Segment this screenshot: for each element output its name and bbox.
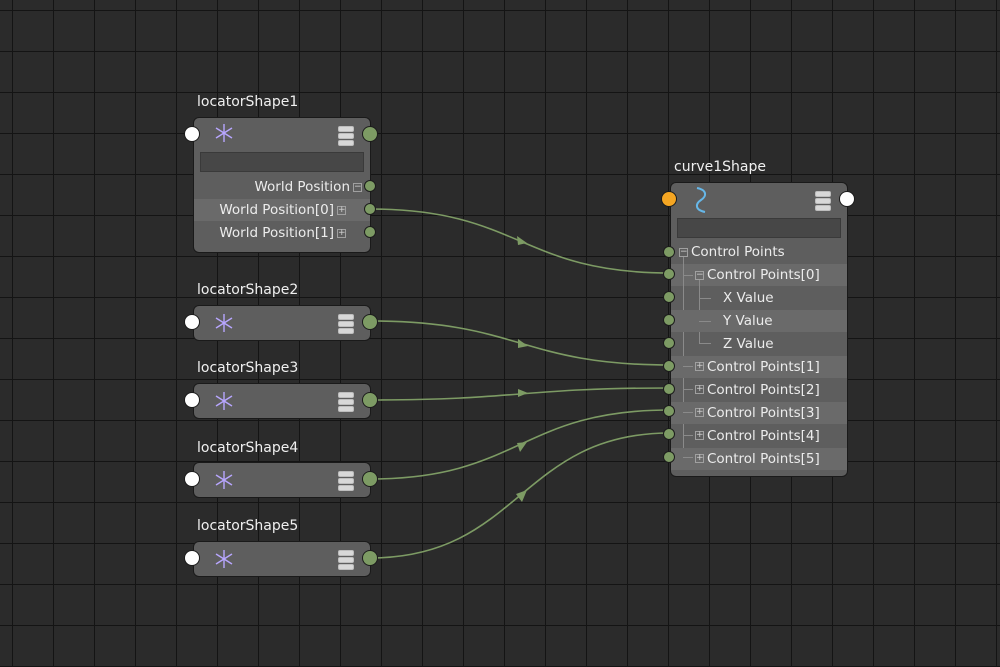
control-points-2-plug[interactable] <box>663 383 675 395</box>
node-title: locatorShape5 <box>197 518 299 534</box>
control-points-3-plug[interactable] <box>663 405 675 417</box>
attr-y-value[interactable]: Y Value <box>723 310 773 332</box>
expand-icon[interactable]: + <box>337 206 346 215</box>
control-points-plug[interactable] <box>663 246 675 258</box>
wire-world-position-0-to-control-points-0 <box>369 208 671 274</box>
locator-star-icon <box>215 124 233 142</box>
collapse-icon[interactable]: − <box>695 271 704 280</box>
locator-star-icon <box>215 314 233 332</box>
output-plug[interactable] <box>362 314 378 330</box>
collapse-icon[interactable]: − <box>679 248 688 257</box>
node-title: locatorShape4 <box>197 440 299 456</box>
attr-control-points-3[interactable]: Control Points[3] <box>707 402 820 424</box>
attr-control-points[interactable]: Control Points <box>691 241 785 263</box>
collapse-icon[interactable]: − <box>353 183 362 192</box>
stack-icon[interactable] <box>338 471 354 491</box>
expand-icon[interactable]: + <box>695 431 704 440</box>
node-title: locatorShape2 <box>197 282 299 298</box>
stack-icon[interactable] <box>338 126 354 146</box>
tree-line <box>699 343 711 344</box>
locator-node-2[interactable] <box>193 305 371 341</box>
node-title: locatorShape1 <box>197 94 299 110</box>
z-value-plug[interactable] <box>663 337 675 349</box>
locator-star-icon <box>215 471 233 489</box>
world-position-plug[interactable] <box>364 180 376 192</box>
input-plug[interactable] <box>661 191 677 207</box>
attr-world-position-1[interactable]: World Position[1] <box>219 222 334 244</box>
tree-line <box>699 298 711 299</box>
input-plug[interactable] <box>184 471 200 487</box>
world-position-1-plug[interactable] <box>364 226 376 238</box>
locator-node-1[interactable]: World Position − World Position[0] + Wor… <box>193 117 371 253</box>
locator-node-5[interactable] <box>193 541 371 577</box>
locator-node-3[interactable] <box>193 383 371 419</box>
output-plug[interactable] <box>362 392 378 408</box>
wire-arrow <box>517 442 527 452</box>
tree-line <box>683 435 693 436</box>
wire-arrow <box>517 236 527 245</box>
wire-locator4-to-control-points-3 <box>369 409 671 480</box>
expand-icon[interactable]: + <box>695 385 704 394</box>
node-title: curve1Shape <box>674 159 766 175</box>
x-value-plug[interactable] <box>663 291 675 303</box>
attr-control-points-0[interactable]: Control Points[0] <box>707 264 820 286</box>
control-points-1-plug[interactable] <box>663 360 675 372</box>
expand-icon[interactable]: + <box>337 229 346 238</box>
output-plug[interactable] <box>362 471 378 487</box>
input-plug[interactable] <box>184 126 200 142</box>
tree-line <box>683 366 693 367</box>
input-plug[interactable] <box>184 392 200 408</box>
input-plug[interactable] <box>184 550 200 566</box>
attr-control-points-2[interactable]: Control Points[2] <box>707 379 820 401</box>
tree-line <box>683 389 693 390</box>
attr-world-position[interactable]: World Position <box>254 176 350 198</box>
node-search-field[interactable] <box>677 218 841 238</box>
control-points-4-plug[interactable] <box>663 428 675 440</box>
wire-arrow <box>518 389 528 397</box>
connection-wires <box>369 208 671 559</box>
stack-icon[interactable] <box>338 314 354 334</box>
curve-icon <box>695 187 707 213</box>
locator-star-icon <box>215 550 233 568</box>
expand-icon[interactable]: + <box>695 408 704 417</box>
locator-node-4[interactable] <box>193 462 371 498</box>
tree-line <box>683 457 693 458</box>
locator-star-icon <box>215 392 233 410</box>
wire-locator2-to-control-points-1 <box>369 320 671 366</box>
attr-world-position-0[interactable]: World Position[0] <box>219 199 334 221</box>
control-points-5-plug[interactable] <box>663 451 675 463</box>
control-points-0-plug[interactable] <box>663 268 675 280</box>
wire-locator5-to-control-points-4 <box>369 432 671 559</box>
node-search-field[interactable] <box>200 152 364 172</box>
world-position-0-plug[interactable] <box>364 203 376 215</box>
y-value-plug[interactable] <box>663 314 675 326</box>
attr-control-points-4[interactable]: Control Points[4] <box>707 425 820 447</box>
stack-icon[interactable] <box>338 392 354 412</box>
node-title: locatorShape3 <box>197 360 299 376</box>
expand-icon[interactable]: + <box>695 454 704 463</box>
wire-arrow <box>518 339 528 348</box>
attr-x-value[interactable]: X Value <box>723 287 774 309</box>
output-plug[interactable] <box>362 126 378 142</box>
wire-locator3-to-control-points-2 <box>369 387 671 401</box>
output-plug[interactable] <box>362 550 378 566</box>
curve-node[interactable]: − Control Points − Control Points[0] X V… <box>670 182 848 477</box>
attr-z-value[interactable]: Z Value <box>723 333 774 355</box>
attr-control-points-5[interactable]: Control Points[5] <box>707 448 820 470</box>
stack-icon[interactable] <box>815 191 831 211</box>
stack-icon[interactable] <box>338 550 354 570</box>
input-plug[interactable] <box>184 314 200 330</box>
output-plug[interactable] <box>839 191 855 207</box>
attr-control-points-1[interactable]: Control Points[1] <box>707 356 820 378</box>
tree-line <box>699 321 711 322</box>
tree-line <box>683 412 693 413</box>
expand-icon[interactable]: + <box>695 362 704 371</box>
wire-arrow <box>516 490 527 502</box>
tree-line <box>683 275 693 276</box>
